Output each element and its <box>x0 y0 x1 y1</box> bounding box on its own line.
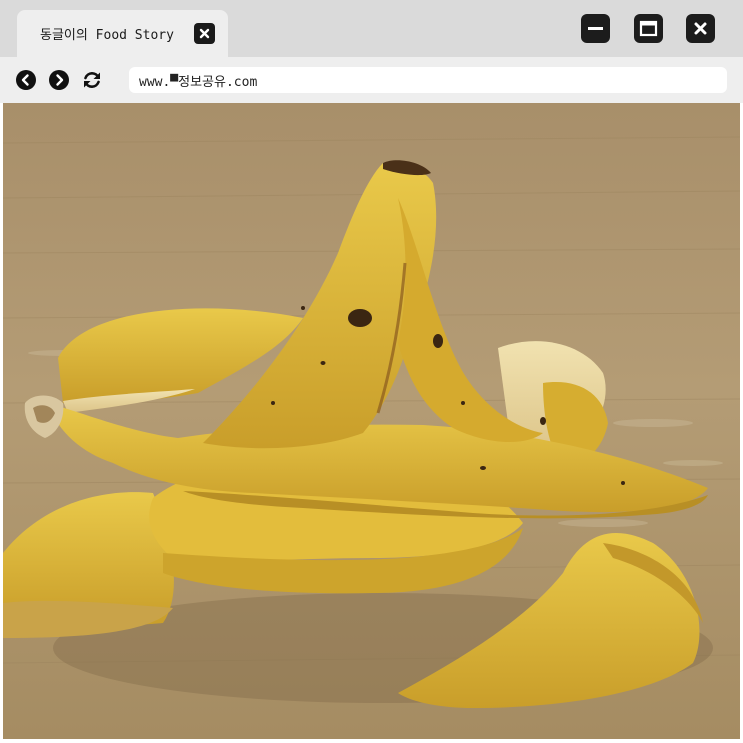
page-content <box>3 103 740 739</box>
maximize-button[interactable] <box>634 14 663 43</box>
minimize-icon <box>588 27 603 30</box>
close-icon <box>199 28 210 39</box>
browser-window: 동글이의 Food Story www.▀정보공유.com <box>0 0 743 743</box>
tab-title: 동글이의 Food Story <box>40 28 174 43</box>
browser-tab[interactable]: 동글이의 Food Story <box>17 10 228 57</box>
minimize-button[interactable] <box>581 14 610 43</box>
navigation-toolbar: www.▀정보공유.com <box>0 57 743 103</box>
tab-close-button[interactable] <box>194 23 215 44</box>
chevron-right-icon <box>49 70 69 90</box>
maximize-icon <box>639 20 658 37</box>
window-close-button[interactable] <box>686 14 715 43</box>
reload-icon <box>84 72 100 88</box>
title-bar: 동글이의 Food Story <box>0 0 743 57</box>
address-bar[interactable]: www.▀정보공유.com <box>129 67 727 93</box>
forward-button[interactable] <box>48 69 70 91</box>
banana-peel-photo <box>3 103 740 739</box>
url-text: www.▀정보공유.com <box>139 75 258 90</box>
chevron-left-icon <box>16 70 36 90</box>
reload-button[interactable] <box>81 69 103 91</box>
close-icon <box>694 22 707 35</box>
back-button[interactable] <box>15 69 37 91</box>
